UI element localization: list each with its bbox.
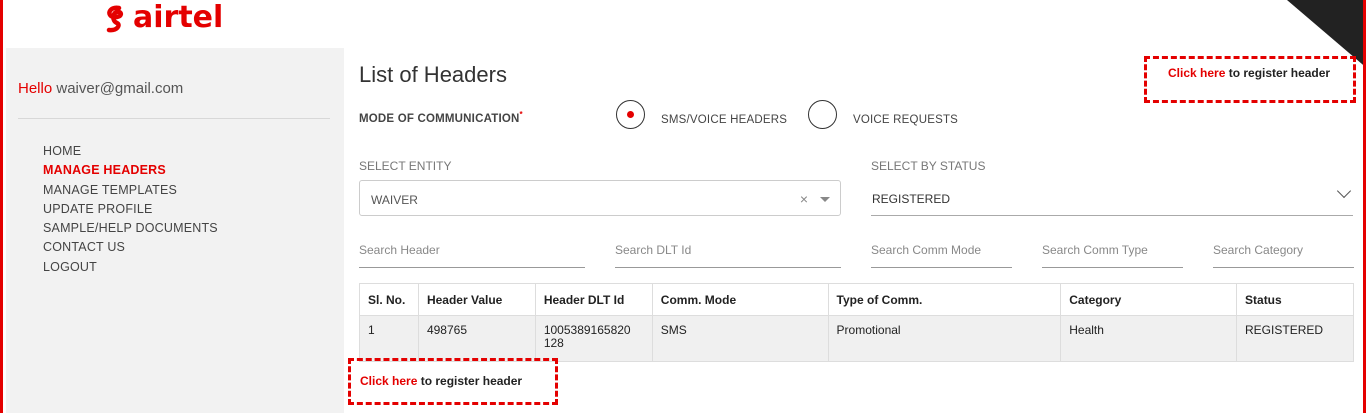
search-header-input[interactable] <box>359 232 585 268</box>
chevron-down-icon[interactable] <box>820 197 830 202</box>
search-category-input[interactable] <box>1213 232 1354 268</box>
logo-wordmark: airtel <box>133 0 224 35</box>
user-email: waiver@gmail.com <box>56 80 184 97</box>
col-header-status[interactable]: Status <box>1236 283 1354 316</box>
headers-table: Sl. No. Header Value Header DLT Id Comm.… <box>359 283 1354 362</box>
cell-sl-no: 1 <box>359 315 419 362</box>
airtel-swirl-icon <box>106 5 124 32</box>
status-label: SELECT BY STATUS <box>871 159 986 173</box>
status-value: REGISTERED <box>872 192 951 206</box>
main-content: List of Headers Click here to register h… <box>344 48 1363 413</box>
sidebar-nav: HOME MANAGE HEADERS MANAGE TEMPLATES UPD… <box>43 142 218 277</box>
table-row[interactable]: 1 498765 1005389165820 128 SMS Promotiona… <box>359 315 1354 362</box>
radio-voice-requests[interactable] <box>808 100 837 129</box>
click-here-link[interactable]: Click here <box>1168 66 1225 80</box>
entity-select[interactable]: WAIVER × <box>359 180 841 216</box>
sidebar: Hello waiver@gmail.com HOME MANAGE HEADE… <box>6 48 344 413</box>
col-header-sl-no[interactable]: Sl. No. <box>359 283 419 316</box>
sidebar-item-home[interactable]: HOME <box>43 142 218 161</box>
page-title: List of Headers <box>359 62 507 87</box>
register-header-link-top[interactable]: Click here to register header <box>1168 66 1330 80</box>
register-link-text: to register header <box>420 374 523 388</box>
dlt-id-line2: 128 <box>543 336 564 350</box>
click-here-link[interactable]: Click here <box>360 374 417 388</box>
cell-type-of-comm: Promotional <box>827 315 1062 362</box>
radio-selected-dot <box>627 111 634 118</box>
clear-icon[interactable]: × <box>800 191 808 207</box>
cell-dlt-id: 1005389165820 128 <box>534 315 653 362</box>
status-select[interactable]: REGISTERED <box>871 180 1353 216</box>
col-header-header-value[interactable]: Header Value <box>417 283 536 316</box>
sidebar-item-contact-us[interactable]: CONTACT US <box>43 238 218 257</box>
mode-label: MODE OF COMMUNICATION* <box>359 110 523 125</box>
radio-sms-voice-headers[interactable] <box>616 100 645 129</box>
sidebar-item-logout[interactable]: LOGOUT <box>43 258 218 277</box>
radio-label-sms-voice: SMS/VOICE HEADERS <box>661 114 788 126</box>
col-header-category[interactable]: Category <box>1060 283 1238 316</box>
cell-category: Health <box>1060 315 1238 362</box>
sidebar-divider <box>18 118 330 119</box>
radio-label-voice-requests: VOICE REQUESTS <box>853 114 959 126</box>
search-comm-mode-input[interactable] <box>871 232 1012 268</box>
airtel-logo: airtel <box>105 0 223 35</box>
register-header-link-bottom[interactable]: Click here to register header <box>360 374 522 388</box>
dlt-id-line1: 1005389165820 <box>543 323 631 337</box>
col-header-type-of-comm[interactable]: Type of Comm. <box>827 283 1062 316</box>
required-mark: * <box>519 110 523 119</box>
entity-value: WAIVER <box>371 193 418 207</box>
search-dlt-id-input[interactable] <box>615 232 841 268</box>
table-header-row: Sl. No. Header Value Header DLT Id Comm.… <box>359 283 1354 316</box>
col-header-dlt-id[interactable]: Header DLT Id <box>534 283 653 316</box>
search-comm-type-input[interactable] <box>1042 232 1183 268</box>
sidebar-item-help-documents[interactable]: SAMPLE/HELP DOCUMENTS <box>43 219 218 238</box>
top-bar: airtel <box>3 0 1363 70</box>
sidebar-item-update-profile[interactable]: UPDATE PROFILE <box>43 200 218 219</box>
sidebar-item-manage-headers[interactable]: MANAGE HEADERS <box>43 161 218 180</box>
entity-label: SELECT ENTITY <box>359 159 452 173</box>
register-link-text: to register header <box>1228 66 1331 80</box>
cell-status: REGISTERED <box>1236 315 1354 362</box>
cell-header-value: 498765 <box>417 315 536 362</box>
chevron-down-icon[interactable] <box>1336 183 1352 199</box>
greeting: Hello waiver@gmail.com <box>18 80 183 97</box>
cell-comm-mode: SMS <box>651 315 829 362</box>
col-header-comm-mode[interactable]: Comm. Mode <box>651 283 829 316</box>
sidebar-item-manage-templates[interactable]: MANAGE TEMPLATES <box>43 181 218 200</box>
mode-label-text: MODE OF COMMUNICATION <box>359 112 520 125</box>
app-frame: airtel Hello waiver@gmail.com HOME MANAG… <box>0 0 1366 413</box>
greeting-hello: Hello <box>18 80 53 97</box>
